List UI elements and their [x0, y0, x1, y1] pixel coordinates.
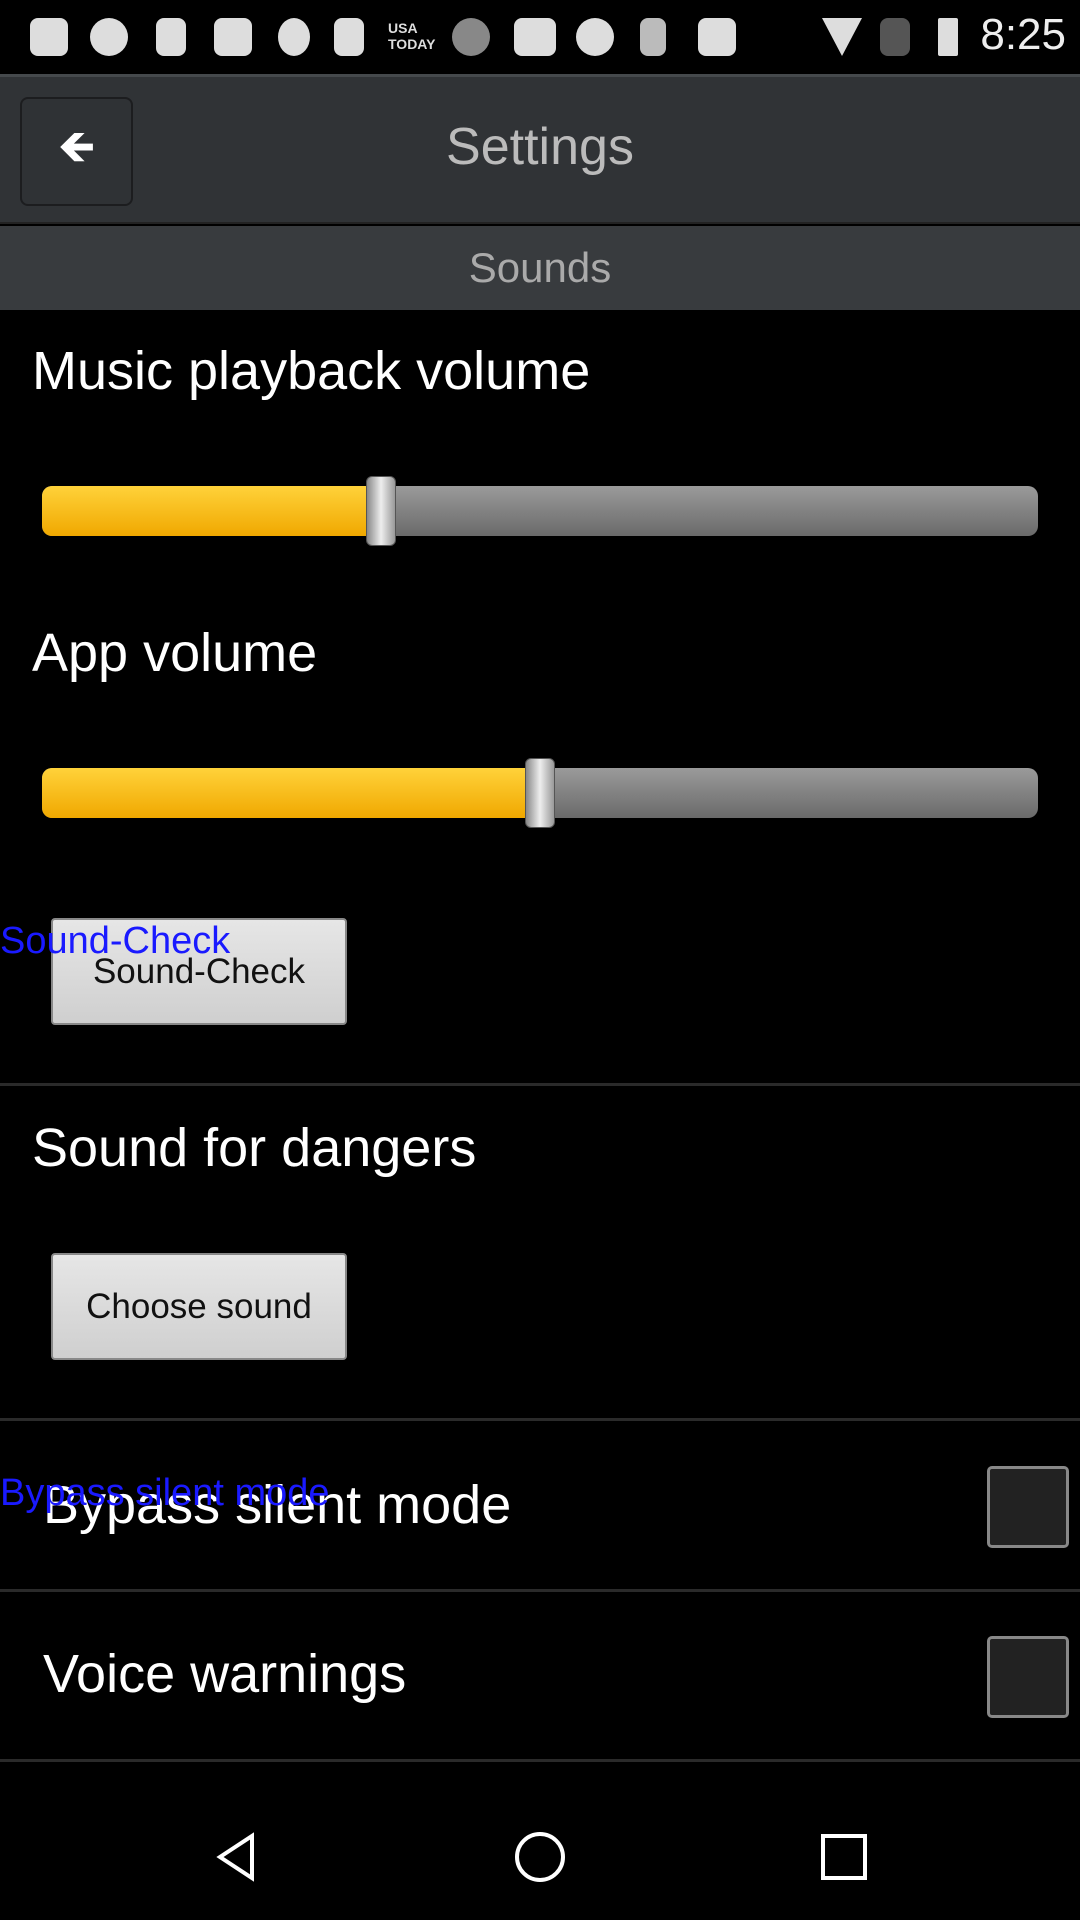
telephone-icon — [214, 18, 252, 56]
facebook-icon — [334, 18, 364, 56]
battery-charging-icon — [938, 18, 958, 56]
sound-check-overlay-text: Sound-Check — [0, 920, 231, 962]
wifi-icon — [822, 18, 862, 56]
app-volume-label: App volume — [32, 623, 318, 683]
slider-thumb[interactable] — [365, 476, 396, 546]
notification-icon — [30, 18, 68, 56]
sound-for-dangers-label: Sound for dangers — [32, 1118, 477, 1178]
status-bar: USA TODAY 8:25 — [0, 0, 1080, 74]
soccer-icon — [576, 18, 614, 56]
voice-warnings-checkbox[interactable] — [987, 1636, 1069, 1718]
choose-sound-button[interactable]: Choose sound — [51, 1253, 347, 1360]
back-icon[interactable] — [212, 1832, 262, 1882]
app-header: 🡸 Settings — [0, 74, 1080, 224]
section-header: Sounds — [0, 226, 1080, 310]
bypass-overlay-text: Bypass silent mode — [0, 1472, 330, 1514]
facebook-icon — [156, 18, 186, 56]
music-volume-label: Music playback volume — [32, 341, 591, 401]
no-sim-icon — [880, 18, 910, 56]
music-volume-slider[interactable] — [42, 476, 1038, 546]
cassette-icon — [514, 18, 556, 56]
recents-icon[interactable] — [820, 1833, 868, 1881]
divider — [0, 1083, 1080, 1086]
usb-icon — [90, 18, 128, 56]
flipboard-icon — [698, 18, 736, 56]
home-icon[interactable] — [513, 1830, 567, 1884]
moon-icon — [278, 18, 310, 56]
divider — [0, 1418, 1080, 1421]
slider-thumb[interactable] — [525, 758, 555, 828]
slider-fill — [42, 768, 540, 818]
clock: 8:25 — [980, 10, 1066, 59]
link-icon — [452, 18, 490, 56]
slider-fill — [42, 486, 381, 536]
bypass-silent-mode-checkbox[interactable] — [987, 1466, 1069, 1548]
violin-icon — [640, 18, 666, 56]
voice-warnings-label: Voice warnings — [43, 1644, 407, 1704]
divider — [0, 1589, 1080, 1592]
app-volume-slider[interactable] — [42, 758, 1038, 828]
usa-today-icon: USA TODAY — [388, 20, 436, 52]
page-title: Settings — [446, 118, 634, 176]
navigation-bar — [0, 1762, 1080, 1920]
